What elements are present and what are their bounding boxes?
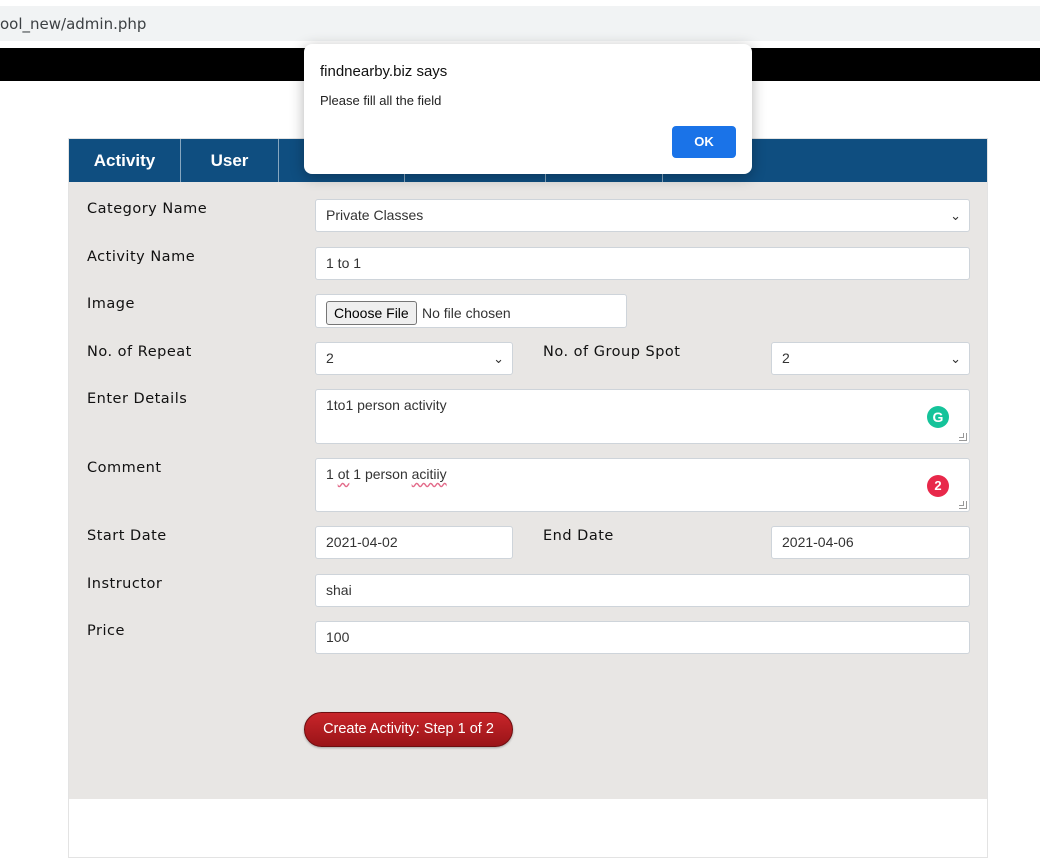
alert-dialog: findnearby.biz says Please fill all the … <box>304 44 752 174</box>
start-date-input[interactable]: 2021-04-02 <box>315 526 513 559</box>
grammar-error-count-badge[interactable]: 2 <box>927 475 949 497</box>
details-textarea[interactable]: 1to1 person activity <box>315 389 970 444</box>
end-date-input[interactable]: 2021-04-06 <box>771 526 970 559</box>
comment-label: Comment <box>87 460 162 476</box>
resize-handle-icon[interactable] <box>959 433 967 441</box>
choose-file-button[interactable]: Choose File <box>326 301 417 325</box>
ok-button[interactable]: OK <box>672 126 736 158</box>
chevron-down-icon: ⌄ <box>950 351 961 366</box>
url-text: ool_new/admin.php <box>0 15 147 33</box>
chevron-down-icon: ⌄ <box>950 208 961 223</box>
repeat-select-value: 2 <box>326 350 334 366</box>
dialog-message: Please fill all the field <box>320 93 442 108</box>
misspelled-word[interactable]: ot <box>338 466 350 482</box>
comment-word: 1 person <box>349 466 412 482</box>
image-file-input[interactable]: Choose File No file chosen <box>315 294 627 328</box>
chevron-down-icon: ⌄ <box>493 351 504 366</box>
group-spot-label: No. of Group Spot <box>543 344 681 360</box>
grammarly-icon[interactable]: G <box>927 406 949 428</box>
group-spot-select-value: 2 <box>782 350 790 366</box>
tab-user[interactable]: User <box>181 139 279 182</box>
group-spot-select[interactable]: 2 ⌄ <box>771 342 970 375</box>
browser-address-bar[interactable]: ool_new/admin.php <box>0 6 1040 41</box>
start-date-label: Start Date <box>87 528 167 544</box>
details-text: 1to1 person activity <box>326 397 447 413</box>
category-label: Category Name <box>87 201 208 217</box>
end-date-label: End Date <box>543 528 614 544</box>
activity-name-label: Activity Name <box>87 249 196 265</box>
comment-textarea[interactable]: 1 ot 1 person acitiiy <box>315 458 970 512</box>
instructor-label: Instructor <box>87 576 163 592</box>
details-label: Enter Details <box>87 391 188 407</box>
image-label: Image <box>87 296 135 312</box>
category-select[interactable]: Private Classes ⌄ <box>315 199 970 232</box>
instructor-input[interactable]: shai <box>315 574 970 607</box>
price-input[interactable]: 100 <box>315 621 970 654</box>
price-label: Price <box>87 623 125 639</box>
resize-handle-icon[interactable] <box>959 501 967 509</box>
tab-activity[interactable]: Activity <box>69 139 181 182</box>
repeat-select[interactable]: 2 ⌄ <box>315 342 513 375</box>
dialog-title: findnearby.biz says <box>320 63 448 80</box>
comment-word: 1 <box>326 466 338 482</box>
create-activity-button[interactable]: Create Activity: Step 1 of 2 <box>304 712 513 747</box>
misspelled-word[interactable]: acitiiy <box>412 466 447 482</box>
file-status-text: No file chosen <box>422 305 511 321</box>
activity-name-input[interactable]: 1 to 1 <box>315 247 970 280</box>
category-select-value: Private Classes <box>326 207 424 223</box>
repeat-label: No. of Repeat <box>87 344 192 360</box>
